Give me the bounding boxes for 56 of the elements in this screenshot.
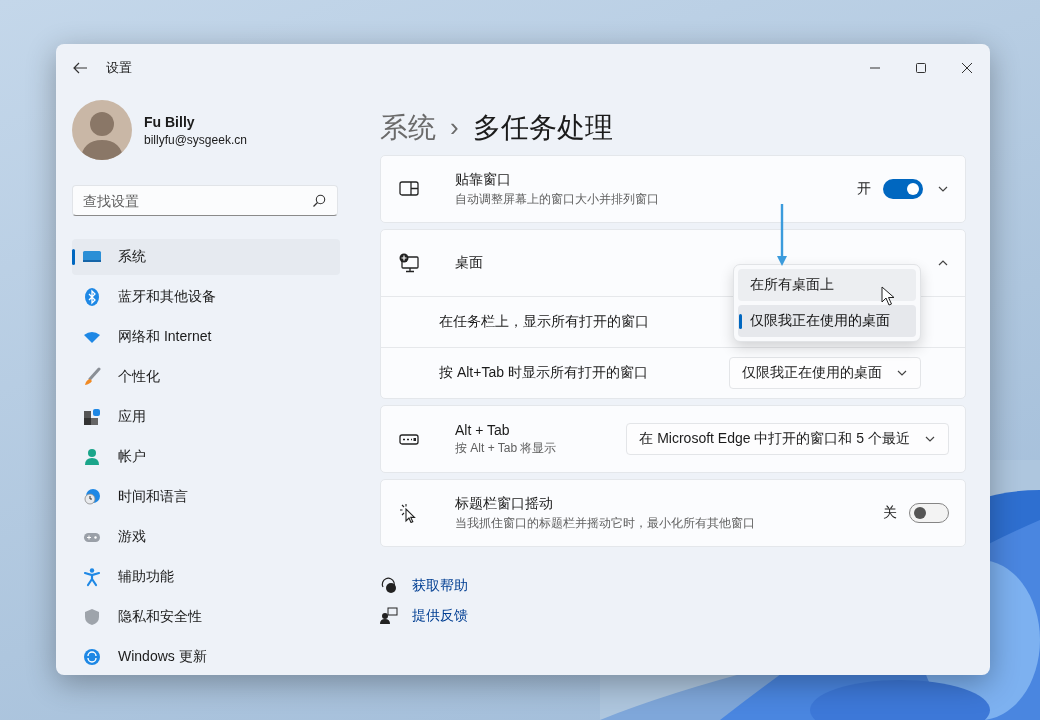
close-icon <box>961 62 973 74</box>
setting-title: Alt + Tab <box>455 421 511 438</box>
menu-option[interactable]: 在所有桌面上 <box>738 269 916 301</box>
nav-item[interactable]: 帐户 <box>72 439 340 475</box>
toggle-state-label: 关 <box>883 504 897 522</box>
setting-label: 按 Alt+Tab 时显示所有打开的窗口 <box>439 364 649 382</box>
dropdown[interactable]: 在 Microsoft Edge 中打开的窗口和 5 个最近 <box>626 423 949 455</box>
clock-globe-icon <box>82 487 102 507</box>
maximize-icon <box>915 62 927 74</box>
window-title: 设置 <box>106 59 132 77</box>
shield-icon <box>82 607 102 627</box>
dropdown[interactable]: 仅限我正在使用的桌面 <box>729 357 921 389</box>
nav-item[interactable]: 时间和语言 <box>72 479 340 515</box>
account-email: billyfu@sysgeek.cn <box>144 132 247 147</box>
update-icon <box>82 647 102 667</box>
feedback-link[interactable]: 提供反馈 <box>412 607 468 625</box>
setting-title: 标题栏窗口摇动 <box>455 494 554 513</box>
snap-layout-icon <box>399 179 419 199</box>
feedback-icon <box>380 607 398 625</box>
nav-item[interactable]: 应用 <box>72 399 340 435</box>
breadcrumb-link[interactable]: 系统 <box>380 108 436 147</box>
toggle-switch[interactable] <box>909 503 949 523</box>
setting-title: 贴靠窗口 <box>455 170 512 189</box>
back-arrow-icon[interactable] <box>72 60 88 76</box>
shake-cursor-icon <box>399 503 419 523</box>
nav-item[interactable]: 隐私和安全性 <box>72 599 340 635</box>
desktop-add-icon <box>399 253 419 273</box>
setting-label: 在任务栏上，显示所有打开的窗口 <box>439 313 650 331</box>
nav-item[interactable]: 蓝牙和其他设备 <box>72 279 340 315</box>
accessibility-icon <box>82 567 102 587</box>
bluetooth-icon <box>82 287 102 307</box>
breadcrumb-separator: › <box>450 112 459 143</box>
avatar[interactable] <box>72 100 132 160</box>
menu-option[interactable]: 仅限我正在使用的桌面 <box>738 305 916 337</box>
nav-item[interactable]: Windows 更新 <box>72 639 340 675</box>
nav-item[interactable]: 游戏 <box>72 519 340 555</box>
search-field[interactable]: 查找设置 <box>72 185 338 216</box>
setting-description: 按 Alt + Tab 将显示 <box>455 439 558 457</box>
nav-item[interactable]: 辅助功能 <box>72 559 340 595</box>
toggle-switch[interactable] <box>883 179 923 199</box>
mouse-cursor-icon <box>881 286 895 306</box>
arrow-icon <box>777 204 787 266</box>
setting-description: 自动调整屏幕上的窗口大小并排列窗口 <box>455 190 660 208</box>
account-name: Fu Billy <box>144 113 196 130</box>
nav-item[interactable]: 系统 <box>72 239 340 275</box>
brush-icon <box>82 367 102 387</box>
help-link[interactable]: 获取帮助 <box>412 577 468 595</box>
search-icon <box>312 194 326 208</box>
setting-description: 当我抓住窗口的标题栏并摇动它时，最小化所有其他窗口 <box>455 514 756 532</box>
nav-item[interactable]: 网络和 Internet <box>72 319 340 355</box>
nav-item[interactable]: 个性化 <box>72 359 340 395</box>
apps-icon <box>82 407 102 427</box>
person-icon <box>82 447 102 467</box>
page-title: 多任务处理 <box>472 110 613 145</box>
setting-title: 桌面 <box>455 254 484 272</box>
toggle-state-label: 开 <box>857 180 871 198</box>
